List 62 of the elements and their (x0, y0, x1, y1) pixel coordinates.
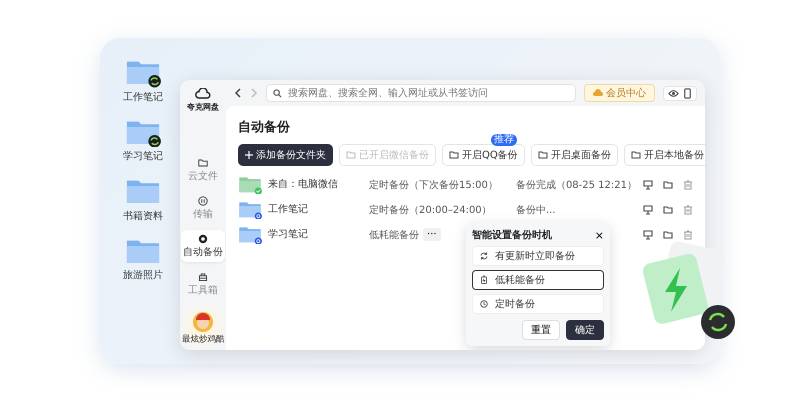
folder-icon (630, 151, 641, 159)
transfer-icon (197, 195, 209, 207)
confirm-button[interactable]: 确定 (566, 320, 604, 340)
folder-name: 学习笔记 (268, 228, 308, 242)
folder-icon (197, 157, 209, 169)
folder-icon (346, 151, 356, 159)
folder-icon[interactable] (663, 230, 673, 240)
close-button[interactable]: × (594, 228, 604, 242)
folder-label[interactable]: 书籍资料 (123, 208, 163, 223)
cloud-icon (593, 89, 603, 97)
folder-name: 来自：电脑微信 (268, 178, 338, 192)
backup-icon (197, 233, 209, 245)
toolbox-icon (197, 271, 209, 283)
folder-icon (238, 224, 262, 244)
popup-title: 智能设置备份时机 (472, 228, 552, 242)
recommend-badge: 推荐 (490, 134, 517, 146)
backup-status: 备份完成（08-25 12:21） (516, 180, 637, 190)
timing-option[interactable]: 定时备份 (472, 294, 604, 314)
folder-label[interactable]: 工作笔记 (123, 90, 163, 104)
phone-icon[interactable] (683, 88, 692, 98)
refresh-icon (479, 251, 489, 261)
trash-icon[interactable] (683, 230, 693, 240)
search-field[interactable]: 搜索网盘、搜索全网、输入网址或从书签访问 (266, 84, 576, 102)
user-name: 最炫炒鸡酷 (182, 334, 224, 345)
search-icon (273, 88, 282, 98)
folder-icon (238, 174, 262, 194)
member-center-button[interactable]: 会员中心 (584, 84, 655, 102)
folder-label[interactable]: 旅游照片 (123, 268, 163, 282)
clock-icon (479, 299, 489, 309)
monitor-icon[interactable] (643, 180, 653, 190)
backup-action-button[interactable]: 开启桌面备份 (530, 144, 618, 166)
folder-label[interactable]: 学习笔记 (123, 149, 163, 164)
folder-icon (238, 200, 262, 220)
timing-option[interactable]: 有更新时立即备份 (472, 246, 604, 266)
reset-button[interactable]: 重置 (522, 320, 560, 340)
monitor-icon[interactable] (643, 230, 653, 240)
backup-schedule: 定时备份（下次备份15:00） (369, 178, 498, 192)
backup-action-button[interactable]: 开启本地备份 (624, 144, 705, 166)
backup-action-button[interactable]: 开启QQ备份 (442, 144, 525, 166)
backup-status: 备份中... (516, 204, 556, 216)
page-title: 自动备份 (238, 119, 291, 136)
avatar-icon[interactable] (193, 312, 213, 332)
trash-icon[interactable] (683, 204, 693, 214)
backup-action-button[interactable]: 添加备份文件夹 (238, 144, 333, 166)
monitor-icon[interactable] (643, 204, 653, 214)
folder-icon[interactable] (663, 180, 673, 190)
sidebar-item[interactable]: 自动备份 (181, 230, 225, 262)
backup-schedule: 定时备份（20:00–24:00） (369, 204, 492, 216)
folder-icon (449, 151, 459, 159)
battery-icon (479, 275, 489, 285)
backup-schedule: 低耗能备份 (369, 228, 420, 242)
eye-icon[interactable] (668, 88, 679, 98)
app-logo-text: 夸克网盘 (187, 102, 219, 113)
folder-icon (538, 151, 548, 159)
plus-icon (245, 151, 253, 159)
trash-icon[interactable] (683, 180, 693, 190)
back-icon[interactable] (234, 88, 242, 98)
folder-name: 工作笔记 (268, 203, 308, 216)
folder-icon[interactable] (663, 204, 673, 214)
more-button[interactable]: ··· (423, 228, 441, 241)
cloud-logo-icon (195, 88, 211, 100)
timing-option[interactable]: 低耗能备份 (472, 270, 604, 290)
